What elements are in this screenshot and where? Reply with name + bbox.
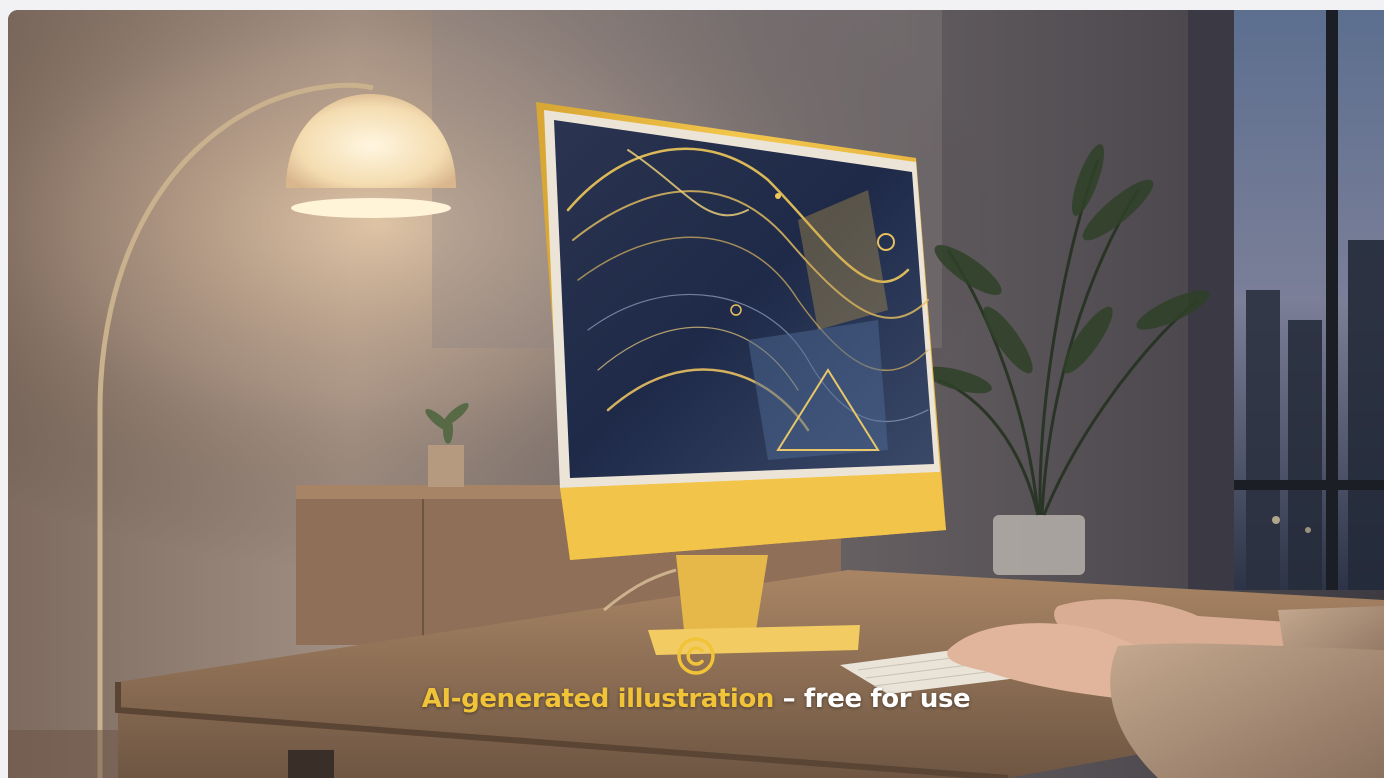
- caption-rest: – free for use: [774, 684, 971, 714]
- copyright-icon: [677, 637, 715, 675]
- watermark-caption: AI-generated illustration – free for use: [8, 636, 1384, 714]
- caption-highlight: AI-generated illustration: [421, 684, 775, 714]
- caption-text: AI-generated illustration – free for use: [8, 684, 1384, 714]
- illustration-frame: AI-generated illustration – free for use: [8, 10, 1384, 778]
